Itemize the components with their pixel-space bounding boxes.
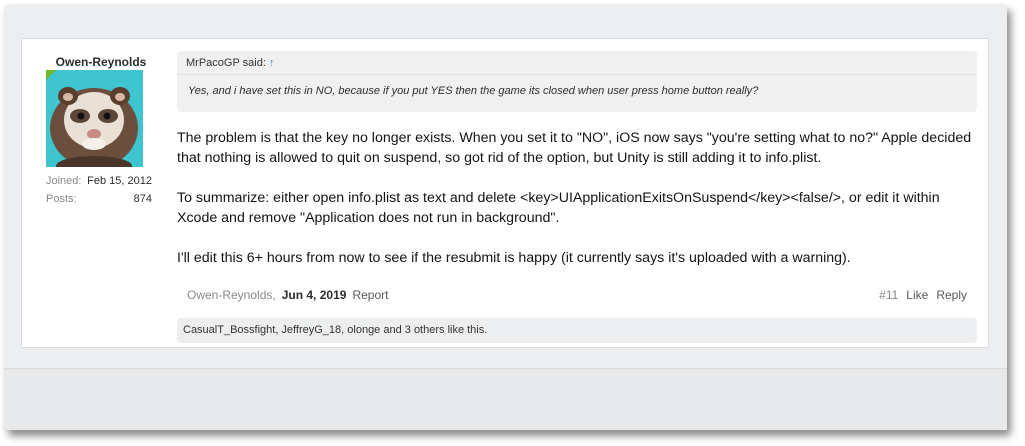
jump-to-quote-icon[interactable]: ↑: [269, 57, 275, 69]
page-bottom-area: [4, 368, 1007, 430]
user-column: Owen-Reynolds: [46, 55, 156, 167]
footer-author-link[interactable]: Owen-Reynolds,: [187, 288, 276, 302]
posts-label: Posts:: [46, 193, 77, 205]
quote-block: MrPacoGP said: ↑ Yes, and i have set this…: [177, 51, 977, 112]
reply-button[interactable]: Reply: [936, 288, 967, 302]
quote-text: Yes, and i have set this in NO, because …: [188, 85, 759, 97]
joined-label: Joined:: [46, 175, 82, 187]
message-paragraph: I'll edit this 6+ hours from now to see …: [177, 250, 851, 266]
forum-post: Owen-Reynolds Joined: Feb 15, 2012 Posts…: [21, 38, 989, 348]
like-button[interactable]: Like: [906, 288, 928, 302]
joined-value: Feb 15, 2012: [87, 175, 152, 187]
message-paragraph: To summarize: either open info.plist as …: [177, 190, 940, 226]
posts-value[interactable]: 874: [134, 193, 152, 205]
user-stats: Joined: Feb 15, 2012 Posts: 874: [46, 175, 152, 211]
message-paragraph: The problem is that the key no longer ex…: [177, 130, 972, 166]
posts-row: Posts: 874: [46, 193, 152, 205]
online-indicator: [46, 70, 56, 80]
page-frame: Owen-Reynolds Joined: Feb 15, 2012 Posts…: [4, 4, 1007, 430]
author-username[interactable]: Owen-Reynolds: [46, 55, 156, 69]
post-number-link[interactable]: #11: [879, 288, 898, 302]
post-footer: Owen-Reynolds, Jun 4, 2019 Report #11 Like R…: [187, 288, 967, 302]
likes-summary[interactable]: CasualT_Bossfight, JeffreyG_18, olonge a…: [177, 318, 977, 343]
post-date[interactable]: Jun 4, 2019: [282, 288, 347, 302]
avatar[interactable]: [46, 70, 143, 167]
report-link[interactable]: Report: [352, 288, 388, 302]
quote-header: MrPacoGP said: ↑: [177, 51, 977, 75]
quote-attribution[interactable]: MrPacoGP said:: [186, 57, 266, 69]
post-meta-left: Owen-Reynolds, Jun 4, 2019 Report: [187, 288, 394, 302]
ferret-avatar-image: [46, 70, 143, 167]
message-body: The problem is that the key no longer ex…: [177, 128, 977, 288]
post-actions: #11 Like Reply: [871, 288, 967, 302]
joined-row: Joined: Feb 15, 2012: [46, 175, 152, 187]
